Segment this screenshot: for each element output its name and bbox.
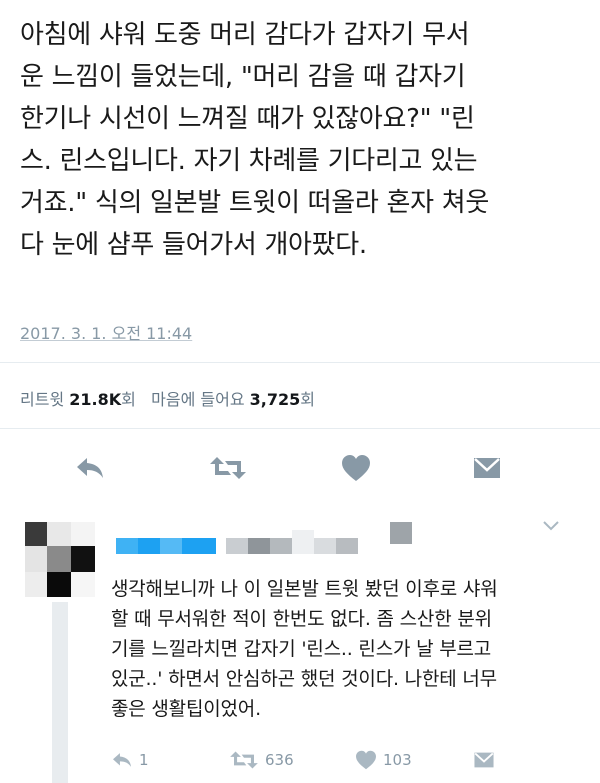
username-pixelated[interactable]: [116, 522, 416, 556]
reply-text-line: 기를 느낄라치면 갑자기 '린스.. 린스가 날 부르고: [111, 638, 492, 660]
retweet-stat[interactable]: 리트윗 21.8K회: [20, 390, 141, 409]
like-count: 3,725: [249, 390, 301, 409]
thread-line: [52, 602, 68, 783]
retweet-icon: [210, 457, 246, 479]
tweet-text-line: 스. 린스입니다. 자기 차례를 기다리고 있는: [20, 146, 478, 176]
reply-like-button[interactable]: 103: [355, 746, 412, 774]
tweet-stats: 리트윗 21.8K회 마음에 들어요 3,725회: [20, 386, 315, 410]
like-button[interactable]: [336, 448, 376, 488]
reply-text-line: 할 때 무서워한 적이 한번도 없다. 좀 스산한 분위: [111, 608, 492, 630]
retweet-button[interactable]: [208, 448, 248, 488]
divider: [0, 428, 600, 429]
avatar[interactable]: [25, 522, 95, 597]
envelope-icon: [474, 458, 500, 478]
reply-reply-button[interactable]: 1: [111, 746, 149, 774]
reply-text-line: 생각해보니까 나 이 일본발 트윗 봤던 이후로 샤워: [111, 578, 498, 600]
chevron-down-icon[interactable]: [542, 520, 560, 532]
reply-text: 생각해보니까 나 이 일본발 트윗 봤던 이후로 샤워 할 때 무서워한 적이 …: [111, 574, 581, 724]
reply-action-bar: 1 636 103: [111, 746, 591, 774]
like-stat[interactable]: 마음에 들어요 3,725회: [151, 390, 315, 409]
reply-retweet-button[interactable]: 636: [229, 746, 294, 774]
tweet-timestamp[interactable]: 2017. 3. 1. 오전 11:44: [20, 320, 192, 344]
reply-text-line: 있군..' 하면서 안심하곤 했던 것이다. 나한테 너무: [111, 668, 497, 690]
reply-count: 1: [139, 751, 149, 769]
envelope-icon: [474, 752, 494, 768]
like-label: 마음에 들어요: [151, 390, 245, 409]
reply-icon: [113, 753, 131, 767]
heart-icon: [342, 455, 370, 481]
reply-retweet-count: 636: [265, 751, 294, 769]
retweet-count: 21.8K: [69, 390, 122, 409]
tweet-action-bar: [0, 448, 600, 488]
tweet-text: 아침에 샤워 도중 머리 감다가 갑자기 무서 운 느낌이 들었는데, "머리 …: [20, 14, 580, 266]
direct-message-button[interactable]: [467, 448, 507, 488]
tweet-text-line: 아침에 샤워 도중 머리 감다가 갑자기 무서: [20, 20, 470, 50]
reply-dm-button[interactable]: [473, 746, 501, 774]
retweet-unit: 회: [121, 390, 136, 409]
reply-icon: [77, 458, 103, 478]
retweet-icon: [230, 751, 258, 769]
retweet-label: 리트윗: [20, 390, 65, 409]
heart-icon: [356, 750, 376, 770]
tweet-text-line: 한기나 시선이 느껴질 때가 있잖아요?" "린: [20, 104, 475, 134]
reply-button[interactable]: [70, 448, 110, 488]
tweet-text-line: 운 느낌이 들었는데, "머리 감을 때 갑자기: [20, 62, 466, 92]
reply-tweet[interactable]: 생각해보니까 나 이 일본발 트윗 봤던 이후로 샤워 할 때 무서워한 적이 …: [0, 502, 600, 783]
reply-text-line: 좋은 생활팁이었어.: [111, 698, 261, 720]
like-unit: 회: [300, 390, 315, 409]
reply-like-count: 103: [383, 751, 412, 769]
divider: [0, 362, 600, 363]
tweet-text-line: 다 눈에 샴푸 들어가서 개아팠다.: [20, 230, 367, 260]
tweet-text-line: 거죠." 식의 일본발 트윗이 떠올라 혼자 쳐웃: [20, 188, 489, 218]
